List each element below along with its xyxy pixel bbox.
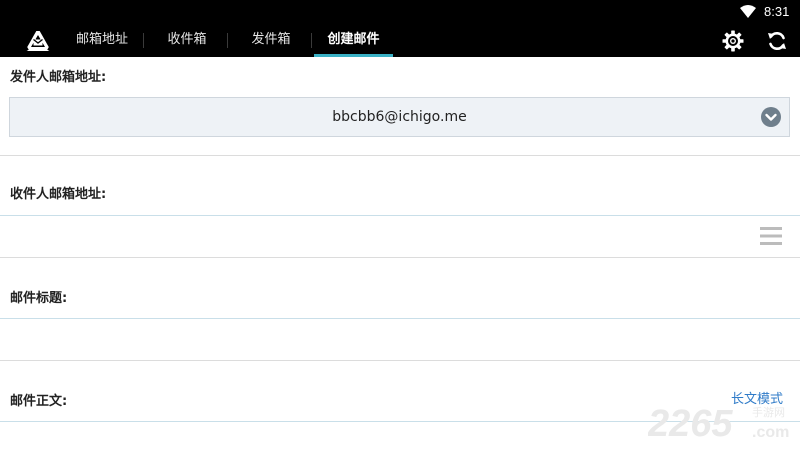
app-toolbar: 邮箱地址 收件箱 发件箱 创建邮件 bbox=[0, 24, 800, 57]
sender-label: 发件人邮箱地址: bbox=[10, 70, 107, 85]
tab-label: 邮箱地址 bbox=[75, 32, 128, 47]
status-time: 8:31 bbox=[764, 4, 790, 19]
tab-divider bbox=[311, 33, 312, 48]
app-logo-icon bbox=[24, 27, 52, 52]
sender-select[interactable]: bbcbb6@ichigo.me bbox=[9, 97, 790, 137]
divider bbox=[0, 257, 800, 258]
tab-divider bbox=[143, 33, 144, 48]
recipient-label: 收件人邮箱地址: bbox=[10, 187, 107, 202]
tab-divider bbox=[227, 33, 228, 48]
body-label: 邮件正文: bbox=[10, 394, 68, 409]
watermark-logo: 2265 .com 手游网 bbox=[648, 403, 789, 444]
tab-label: 收件箱 bbox=[167, 32, 207, 47]
wifi-icon bbox=[740, 5, 756, 18]
tab-label: 创建邮件 bbox=[327, 32, 380, 47]
tab-label: 发件箱 bbox=[251, 32, 291, 47]
status-bar: 8:31 bbox=[0, 0, 800, 24]
subject-input[interactable] bbox=[0, 319, 800, 360]
watermark-domain: .com bbox=[752, 424, 789, 441]
divider bbox=[0, 360, 800, 361]
subject-label: 邮件标题: bbox=[10, 291, 68, 306]
gear-icon[interactable] bbox=[721, 29, 745, 53]
divider bbox=[0, 155, 800, 156]
tab-outbox[interactable]: 发件箱 bbox=[236, 24, 306, 57]
tab-compose[interactable]: 创建邮件 bbox=[314, 24, 393, 57]
watermark-sub: 手游网 bbox=[752, 405, 785, 419]
tab-email-address[interactable]: 邮箱地址 bbox=[62, 24, 142, 57]
sender-value: bbcbb6@ichigo.me bbox=[332, 109, 467, 125]
recipient-input[interactable] bbox=[0, 216, 800, 257]
watermark-number: 2265 bbox=[648, 403, 733, 444]
refresh-icon[interactable] bbox=[765, 29, 789, 53]
menu-icon[interactable] bbox=[760, 226, 782, 246]
chevron-down-icon bbox=[761, 107, 781, 127]
tab-inbox[interactable]: 收件箱 bbox=[152, 24, 222, 57]
